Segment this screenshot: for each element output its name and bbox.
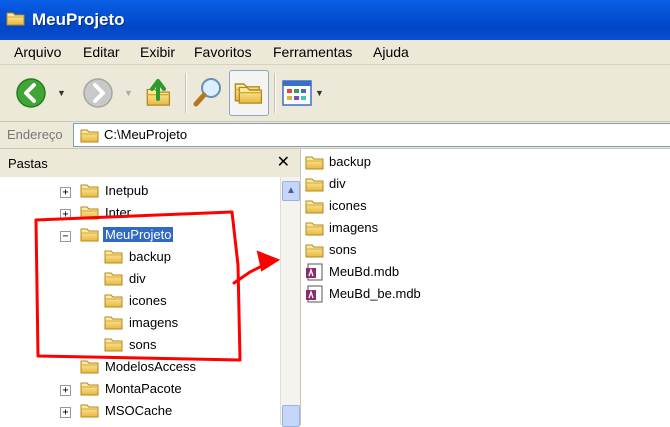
back-icon[interactable]: [15, 77, 47, 109]
tree-label: MontaPacote: [105, 381, 182, 396]
tree-item-montapacote[interactable]: + MontaPacote: [0, 380, 280, 400]
tree-item-imagens[interactable]: imagens: [0, 314, 280, 334]
tree-label: Inter: [105, 205, 132, 220]
address-field[interactable]: C:\MeuProjeto: [73, 123, 670, 147]
folder-icon: [80, 358, 100, 374]
file-name: sons: [329, 242, 357, 257]
menu-exibir[interactable]: Exibir: [140, 44, 175, 60]
folder-icon: [80, 182, 100, 198]
expand-icon[interactable]: +: [60, 385, 71, 396]
tree-item-icones[interactable]: icones: [0, 292, 280, 312]
expand-icon[interactable]: +: [60, 187, 71, 198]
folder-icon: [6, 10, 26, 26]
address-bar: Endereço C:\MeuProjeto: [0, 122, 670, 149]
back-dropdown-icon[interactable]: ▼: [57, 88, 66, 98]
forward-dropdown-icon[interactable]: ▼: [124, 88, 133, 98]
folder-icon: [104, 248, 124, 264]
tree-item-div[interactable]: div: [0, 270, 280, 290]
folders-pane-header: Pastas ✕: [0, 149, 300, 177]
folder-icon: [80, 402, 100, 418]
tree-label-selected: MeuProjeto: [103, 227, 174, 242]
address-value: C:\MeuProjeto: [104, 127, 188, 142]
contents-pane: backup div icones imagens sons MeuBd.mdb…: [301, 149, 670, 425]
tree-item-msocache[interactable]: + MSOCache: [0, 402, 280, 422]
folder-icon: [104, 292, 124, 308]
file-name: icones: [329, 198, 367, 213]
folder-icon: [104, 336, 124, 352]
tree-item-inetpub[interactable]: + Inetpub: [0, 182, 280, 202]
folder-icon: [80, 204, 100, 220]
close-icon[interactable]: ✕: [277, 152, 290, 172]
menu-editar[interactable]: Editar: [83, 44, 120, 60]
file-item-imagens[interactable]: imagens: [305, 218, 505, 238]
expand-icon[interactable]: +: [60, 209, 71, 220]
menu-ajuda[interactable]: Ajuda: [373, 44, 409, 60]
menu-favoritos[interactable]: Favoritos: [194, 44, 252, 60]
views-icon[interactable]: [282, 79, 312, 107]
folder-icon: [104, 270, 124, 286]
tree-label: ModelosAccess: [105, 359, 197, 374]
file-item-backup[interactable]: backup: [305, 152, 505, 172]
folders-icon: [234, 83, 263, 104]
tree-item-meuprojeto[interactable]: − MeuProjeto: [0, 226, 280, 246]
folders-pane-title: Pastas: [8, 156, 48, 171]
tree-label: Inetpub: [105, 183, 149, 198]
file-name: MeuBd.mdb: [329, 264, 400, 279]
window-title: MeuProjeto: [32, 10, 125, 29]
scroll-up-icon[interactable]: ▲: [282, 181, 300, 201]
toolbar: ▼ ▼ ▼: [0, 65, 670, 122]
collapse-icon[interactable]: −: [60, 231, 71, 242]
folder-icon: [305, 154, 325, 170]
file-name: MeuBd_be.mdb: [329, 286, 421, 301]
menu-ferramentas[interactable]: Ferramentas: [273, 44, 352, 60]
file-item-meubd-be[interactable]: MeuBd_be.mdb: [305, 284, 505, 304]
folder-open-icon: [80, 226, 100, 242]
tree-label: backup: [129, 249, 171, 264]
access-db-icon: [306, 263, 323, 281]
access-db-icon: [306, 285, 323, 303]
folders-pane: Pastas ✕ + Inetpub + Inter − MeuProjeto …: [0, 149, 301, 427]
file-name: backup: [329, 154, 371, 169]
title-bar: MeuProjeto: [0, 0, 670, 40]
file-item-icones[interactable]: icones: [305, 196, 505, 216]
folder-icon: [80, 380, 100, 396]
address-label: Endereço: [7, 127, 63, 142]
toolbar-separator: [274, 73, 276, 113]
folder-icon: [305, 198, 325, 214]
folder-icon: [305, 176, 325, 192]
tree-item-backup[interactable]: backup: [0, 248, 280, 268]
search-icon[interactable]: [193, 75, 225, 109]
tree-label: MSOCache: [105, 403, 173, 418]
menu-arquivo[interactable]: Arquivo: [14, 44, 61, 60]
scroll-thumb[interactable]: [282, 405, 300, 427]
folder-icon: [80, 127, 100, 143]
views-dropdown-icon[interactable]: ▼: [315, 88, 324, 98]
folder-icon: [305, 220, 325, 236]
tree-label: imagens: [129, 315, 179, 330]
tree-item-modelosaccess[interactable]: ModelosAccess: [0, 358, 280, 378]
file-item-meubd[interactable]: MeuBd.mdb: [305, 262, 505, 282]
tree-label: icones: [129, 293, 167, 308]
toolbar-separator: [185, 73, 187, 113]
file-name: div: [329, 176, 346, 191]
menu-bar: Arquivo Editar Exibir Favoritos Ferramen…: [0, 40, 670, 65]
folder-icon: [104, 314, 124, 330]
tree-item-inter[interactable]: + Inter: [0, 204, 280, 224]
vertical-scrollbar[interactable]: ▲: [280, 177, 300, 427]
file-name: imagens: [329, 220, 379, 235]
folder-icon: [305, 242, 325, 258]
file-item-sons[interactable]: sons: [305, 240, 505, 260]
forward-icon[interactable]: [82, 77, 114, 109]
file-item-div[interactable]: div: [305, 174, 505, 194]
tree-label: div: [129, 271, 146, 286]
expand-icon[interactable]: +: [60, 407, 71, 418]
up-folder-icon[interactable]: [144, 75, 176, 109]
folders-button[interactable]: [229, 70, 269, 116]
tree-label: sons: [129, 337, 157, 352]
tree-item-sons[interactable]: sons: [0, 336, 280, 356]
